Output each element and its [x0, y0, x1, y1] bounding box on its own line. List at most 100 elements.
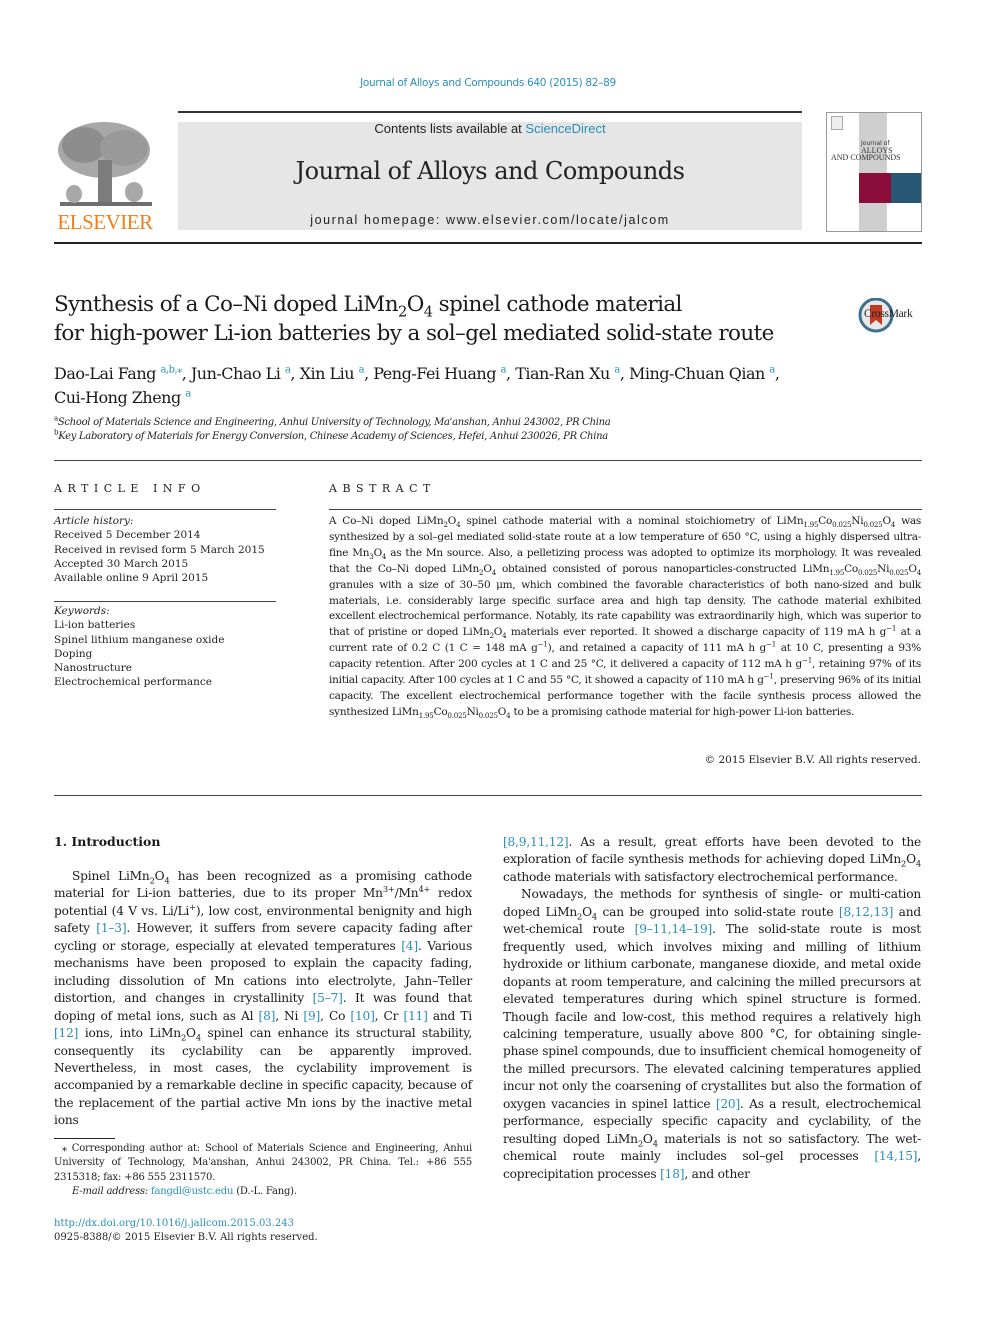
author-separator: ,	[290, 364, 300, 383]
chemical-index: 4	[491, 567, 497, 577]
author-name[interactable]: Jun-Chao Li	[191, 364, 285, 383]
affiliation-b: bKey Laboratory of Materials for Energy …	[54, 429, 854, 444]
chemical-index: 4	[591, 911, 597, 922]
footnotes: ⁎ Corresponding author at: School of Mat…	[54, 1142, 472, 1199]
reference-link[interactable]: [4]	[401, 939, 418, 953]
email-suffix: (D.-L. Fang).	[233, 1185, 297, 1197]
cover-blue-block	[891, 173, 921, 203]
author-name[interactable]: Xin Liu	[300, 364, 359, 383]
author-separator: ,	[774, 364, 780, 383]
chemical-index: 2	[901, 858, 907, 869]
title-part: O	[406, 292, 425, 317]
title-line2: for high-power Li-ion batteries by a sol…	[54, 321, 774, 346]
abstract-bottom-rule	[54, 795, 922, 796]
chemical-index: 1.95	[829, 567, 845, 577]
body-column-left: Spinel LiMn2O4 has been recognized as a …	[54, 868, 472, 1130]
chemical-index: 2	[479, 567, 484, 577]
body-column-right: [8,9,11,12]. As a result, great efforts …	[503, 834, 921, 1183]
author-name[interactable]: Peng-Fei Huang	[373, 364, 500, 383]
corresponding-author-note: ⁎ Corresponding author at: School of Mat…	[54, 1143, 472, 1183]
journal-cover-thumbnail[interactable]: Journal of ALLOYS AND COMPOUNDS	[826, 112, 922, 232]
affiliation-text: School of Materials Science and Engineer…	[57, 417, 611, 428]
chemical-index: 3	[369, 551, 374, 561]
chemical-index: 2	[180, 1032, 187, 1043]
chemical-index: 1.95	[418, 710, 434, 720]
reference-link[interactable]: [11]	[403, 1009, 427, 1023]
chemical-index: 2	[577, 911, 583, 922]
history-item: Available online 9 April 2015	[54, 572, 209, 585]
chemical-index: 0.025	[447, 710, 467, 720]
reference-link[interactable]: [18]	[660, 1167, 684, 1181]
author-name[interactable]: Tian-Ran Xu	[515, 364, 614, 383]
chemical-index: 4	[652, 1138, 658, 1149]
chemical-index: 4	[456, 520, 461, 530]
cover-red-block	[859, 173, 891, 203]
chemical-index: 4	[195, 1032, 201, 1043]
homepage-url[interactable]: www.elsevier.com/locate/jalcom	[446, 213, 670, 227]
chemical-index: 0.025	[832, 520, 852, 530]
article-history: Article history: Received 5 December 201…	[54, 514, 294, 585]
author-name[interactable]: Dao-Lai Fang	[54, 364, 160, 383]
affiliations: aSchool of Materials Science and Enginee…	[54, 415, 854, 444]
abstract-rule	[329, 509, 922, 510]
header-bottom-rule	[54, 242, 922, 244]
reference-link[interactable]: [8,12,13]	[839, 905, 893, 919]
author-affiliation-mark[interactable]: a	[185, 389, 191, 400]
reference-link[interactable]: [9]	[303, 1009, 320, 1023]
chemical-index: −1	[766, 639, 777, 649]
author-name[interactable]: Ming-Chuan Qian	[629, 364, 769, 383]
reference-link[interactable]: [5–7]	[313, 991, 343, 1005]
chemical-index: 4	[506, 710, 511, 720]
crossmark-label[interactable]: CrossMark	[864, 308, 913, 320]
doi-link[interactable]: http://dx.doi.org/10.1016/j.jallcom.2015…	[54, 1218, 294, 1229]
journal-citation[interactable]: Journal of Alloys and Compounds 640 (201…	[0, 77, 976, 89]
email-link[interactable]: fangdl@ustc.edu	[151, 1186, 233, 1197]
chemical-index: 2	[149, 875, 155, 886]
affiliation-text: Key Laboratory of Materials for Energy C…	[58, 431, 608, 442]
body-paragraph: Nowadays, the methods for synthesis of s…	[503, 887, 922, 1181]
chemical-index: 0.025	[478, 710, 498, 720]
author-separator: ,	[619, 364, 629, 383]
header-top-rule	[178, 111, 802, 113]
reference-link[interactable]: [1–3]	[96, 921, 126, 935]
author-list: Dao-Lai Fang a,b,⁎, Jun-Chao Li a, Xin L…	[54, 362, 854, 410]
email-note: E-mail address: fangdl@ustc.edu (D.-L. F…	[54, 1185, 472, 1199]
abstract-text: A Co–Ni doped LiMn2O4 spinel cathode mat…	[329, 515, 921, 720]
chemical-index: −1	[763, 671, 774, 681]
history-item: Received 5 December 2014	[54, 529, 201, 542]
doi-block: http://dx.doi.org/10.1016/j.jallcom.2015…	[54, 1217, 318, 1246]
chemical-index: 2	[637, 1138, 643, 1149]
section-divider	[54, 460, 922, 461]
keyword-item: Li-ion batteries	[54, 619, 136, 632]
reference-link[interactable]: [14,15]	[874, 1149, 917, 1163]
chemical-index: 4	[890, 520, 896, 530]
homepage-prefix: journal homepage:	[310, 213, 447, 227]
history-label: Article history:	[54, 515, 134, 527]
article-title: Synthesis of a Co–Ni doped LiMn2O4 spine…	[54, 290, 814, 348]
author-separator: ,	[364, 364, 374, 383]
journal-title: Journal of Alloys and Compounds	[295, 157, 685, 185]
author-affiliation-mark[interactable]: a,b,⁎	[160, 365, 182, 376]
article-info-heading: ARTICLE INFO	[54, 482, 206, 495]
chemical-index: −1	[802, 655, 813, 665]
reference-link[interactable]: [20]	[716, 1097, 740, 1111]
chemical-index: 2	[489, 631, 495, 641]
chemical-index: 1.95	[803, 520, 819, 530]
keywords: Keywords: Li-ion batteries Spinel lithiu…	[54, 604, 294, 690]
reference-link[interactable]: [8,9,11,12]	[503, 835, 569, 849]
author-separator: ,	[506, 364, 516, 383]
reference-link[interactable]: [10]	[350, 1009, 374, 1023]
author-separator: ,	[181, 364, 191, 383]
cover-elsevier-badge-icon	[831, 116, 843, 130]
keyword-item: Nanostructure	[54, 662, 133, 675]
reference-link[interactable]: [12]	[54, 1026, 78, 1040]
chemical-index: 2	[443, 520, 448, 530]
sciencedirect-link[interactable]: ScienceDirect	[525, 121, 605, 136]
reference-link[interactable]: [8]	[259, 1009, 276, 1023]
author-name[interactable]: Cui-Hong Zheng	[54, 388, 185, 407]
title-part: spinel cathode material	[432, 292, 683, 317]
cover-grey-band	[859, 113, 887, 231]
chemical-index: 0.025	[863, 520, 883, 530]
reference-link[interactable]: [9–11,14–19]	[635, 922, 713, 936]
contents-prefix: Contents lists available at	[374, 121, 526, 136]
